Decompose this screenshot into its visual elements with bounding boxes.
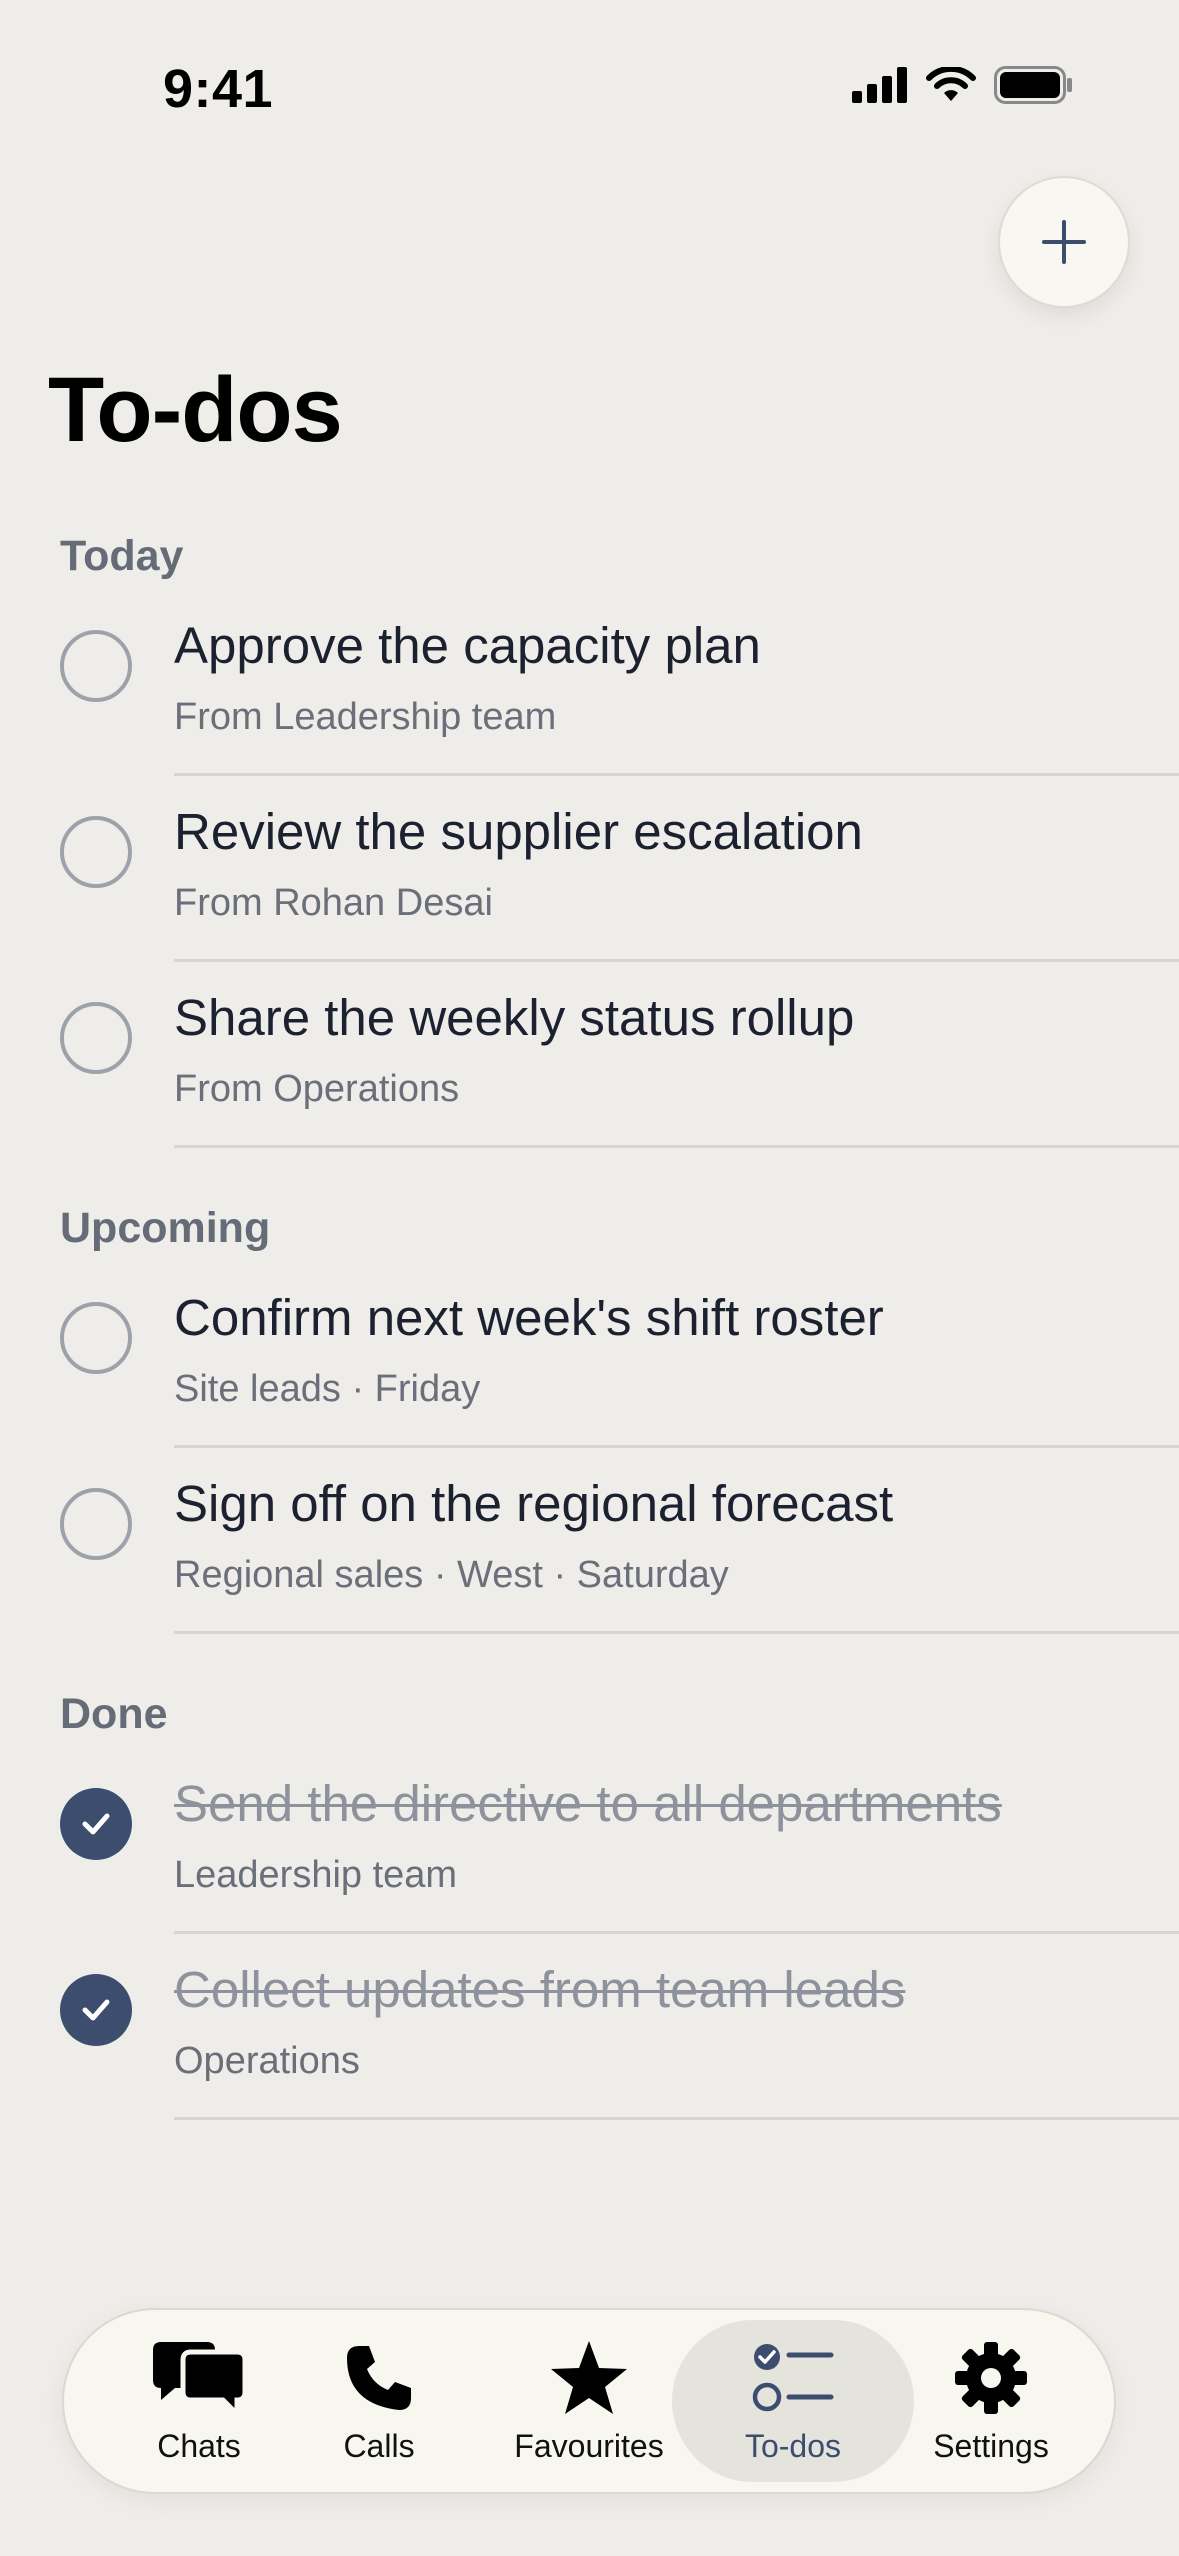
- todo-title: Approve the capacity plan: [174, 617, 761, 674]
- todo-checkbox[interactable]: [60, 1002, 132, 1074]
- todo-checkbox-checked[interactable]: [60, 1974, 132, 2046]
- todo-checkbox-checked[interactable]: [60, 1788, 132, 1860]
- divider: [174, 1145, 1179, 1148]
- tab-label: Chats: [157, 2427, 241, 2464]
- section-header-upcoming: Upcoming: [60, 1204, 271, 1252]
- todo-item[interactable]: Approve the capacity plan From Leadershi…: [0, 590, 1179, 776]
- todo-subtitle: From Leadership team: [174, 696, 557, 738]
- todo-title: Sign off on the regional forecast: [174, 1475, 894, 1532]
- checkmark-icon: [82, 1999, 110, 2021]
- todo-subtitle: Regional sales · West · Saturday: [174, 1554, 729, 1596]
- todo-item[interactable]: Collect updates from team leads Operatio…: [0, 1934, 1179, 2120]
- todo-subtitle: From Operations: [174, 1068, 460, 1110]
- tab-favourites[interactable]: Favourites: [504, 2320, 674, 2482]
- todo-subtitle: Site leads · Friday: [174, 1368, 481, 1410]
- tab-calls[interactable]: Calls: [314, 2320, 444, 2482]
- todo-title: Share the weekly status rollup: [174, 989, 855, 1046]
- todo-item[interactable]: Share the weekly status rollup From Oper…: [0, 962, 1179, 1148]
- todo-item[interactable]: Review the supplier escalation From Roha…: [0, 776, 1179, 962]
- status-bar: 9:41: [0, 0, 1179, 170]
- tab-label: Favourites: [514, 2427, 664, 2464]
- todo-subtitle: Operations: [174, 2040, 360, 2082]
- todo-item[interactable]: Send the directive to all departments Le…: [0, 1748, 1179, 1934]
- section-header-done: Done: [60, 1690, 168, 1738]
- status-time: 9:41: [163, 59, 274, 119]
- tab-bar: Chats Calls Favourites To-dos Settings: [62, 2308, 1116, 2494]
- tab-settings[interactable]: Settings: [916, 2320, 1066, 2482]
- cellular-signal-icon: [852, 67, 907, 103]
- section-header-today: Today: [60, 532, 184, 580]
- todo-title: Confirm next week's shift roster: [174, 1289, 884, 1346]
- checklist-icon: [752, 2343, 834, 2411]
- tab-chats[interactable]: Chats: [124, 2320, 274, 2482]
- checkmark-icon: [82, 1813, 110, 1835]
- todo-item[interactable]: Confirm next week's shift roster Site le…: [0, 1262, 1179, 1448]
- todo-checkbox[interactable]: [60, 630, 132, 702]
- tab-label: To-dos: [744, 2427, 842, 2464]
- tab-todos[interactable]: To-dos: [672, 2320, 914, 2482]
- tab-label: Settings: [933, 2427, 1049, 2464]
- chat-bubbles-icon: [153, 2341, 248, 2418]
- tab-label: Calls: [343, 2427, 415, 2464]
- page-title: To-dos: [48, 359, 343, 461]
- wifi-icon: [926, 67, 976, 101]
- todo-item[interactable]: Sign off on the regional forecast Region…: [0, 1448, 1179, 1634]
- todo-checkbox[interactable]: [60, 816, 132, 888]
- star-icon: [551, 2340, 627, 2414]
- todo-title: Review the supplier escalation: [174, 803, 863, 860]
- plus-icon: [1042, 220, 1086, 264]
- divider: [174, 1631, 1179, 1634]
- todo-subtitle: From Rohan Desai: [174, 882, 493, 924]
- battery-icon: [994, 66, 1072, 104]
- todo-checkbox[interactable]: [60, 1488, 132, 1560]
- status-icons: [852, 66, 1074, 104]
- todo-checkbox[interactable]: [60, 1302, 132, 1374]
- add-todo-button[interactable]: [998, 176, 1130, 308]
- divider: [174, 2117, 1179, 2120]
- todo-title: Collect updates from team leads: [174, 1961, 906, 2018]
- gear-icon: [955, 2341, 1027, 2414]
- todo-subtitle: Leadership team: [174, 1854, 458, 1896]
- todo-title: Send the directive to all departments: [174, 1775, 1002, 1832]
- phone-icon: [347, 2345, 411, 2410]
